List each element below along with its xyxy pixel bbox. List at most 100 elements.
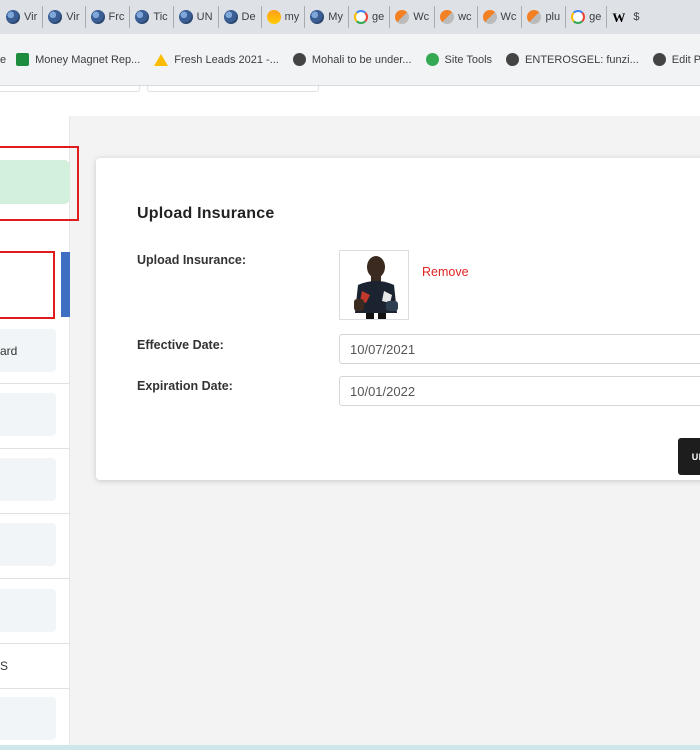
bookmark-label: Money Magnet Rep... — [35, 53, 141, 66]
browser-tab[interactable]: ge — [349, 6, 391, 28]
bookmark-label: e — [0, 53, 7, 66]
tab-label: ge — [371, 11, 385, 23]
tab-label: ge — [589, 11, 602, 23]
tab-label: plu — [545, 11, 561, 23]
tab-label: Frc — [108, 11, 125, 23]
tab-label: Vir — [24, 11, 38, 23]
sidebar-item[interactable] — [0, 589, 56, 632]
sidebar-item[interactable] — [0, 458, 56, 501]
upload-button-label: UPLO — [691, 451, 700, 462]
sidebar-divider — [0, 688, 70, 689]
browser-tab[interactable]: ge — [566, 6, 608, 28]
annotation-box — [0, 251, 55, 319]
google-icon — [353, 10, 368, 24]
bookmark-item[interactable]: Fresh Leads 2021 -... — [154, 53, 279, 66]
header-input-left[interactable] — [0, 86, 140, 92]
stackoverflow-icon — [482, 10, 497, 24]
header-input[interactable] — [147, 86, 319, 92]
annotation-box — [0, 146, 79, 221]
browser-tab[interactable]: My — [305, 6, 349, 28]
sidebar-divider — [0, 383, 70, 384]
bookmark-label: Fresh Leads 2021 -... — [174, 53, 279, 66]
bookmark-item[interactable]: e — [0, 54, 6, 66]
bottom-border — [0, 745, 700, 750]
bookmark-item[interactable]: Money Magnet Rep... — [16, 53, 140, 66]
tab-label: De — [241, 11, 256, 23]
stackoverflow-icon — [527, 10, 542, 24]
browser-tab[interactable]: my — [262, 6, 306, 28]
browser-tab[interactable]: De — [219, 6, 262, 28]
globe-icon — [48, 10, 63, 24]
stackoverflow-icon — [395, 10, 410, 24]
wordpress-icon — [652, 53, 666, 66]
upload-button[interactable]: UPLO — [678, 438, 700, 475]
sidebar-active-indicator — [61, 252, 70, 317]
remove-link[interactable]: Remove — [422, 265, 469, 279]
insurance-thumbnail[interactable] — [339, 250, 409, 320]
globe-icon — [310, 10, 325, 24]
globe-icon — [135, 10, 150, 24]
tab-label: UN — [196, 11, 213, 23]
expiration-date-field[interactable] — [339, 376, 700, 406]
effective-date-field[interactable] — [339, 334, 700, 364]
sidebar-divider — [0, 448, 70, 449]
drive-icon — [154, 53, 169, 66]
tab-label: Tic — [153, 11, 168, 23]
browser-tab[interactable]: Frc — [86, 6, 131, 28]
sidebar-item-text[interactable]: S — [0, 659, 8, 673]
bookmark-item[interactable]: ENTEROSGEL: funzi... — [506, 53, 639, 66]
sidebar-item-dashboard[interactable]: ard — [0, 329, 56, 372]
bookmark-label: Site Tools — [444, 53, 493, 66]
tab-label: Vir — [66, 11, 80, 23]
bookmark-label: Mohali to be under... — [311, 53, 412, 66]
upload-insurance-card: Upload Insurance Upload Insurance: Remov… — [96, 158, 700, 480]
page-header-strip — [0, 86, 700, 116]
bookmarks-bar: e Money Magnet Rep... Fresh Leads 2021 -… — [0, 34, 700, 86]
globe-icon — [178, 10, 193, 24]
document-icon — [16, 53, 30, 66]
sidebar-item-label: ard — [0, 343, 18, 358]
tab-label: my — [284, 11, 300, 23]
expiration-date-label: Expiration Date: — [137, 379, 233, 393]
sidebar-item[interactable] — [0, 523, 56, 566]
wikipedia-icon: W — [612, 10, 626, 25]
browser-tab[interactable]: W $ — [607, 6, 644, 28]
browser-tab-strip: Vir Vir Frc Tic UN De my My ge Wc wc Wc … — [0, 0, 700, 34]
bookmark-label: ENTEROSGEL: funzi... — [525, 53, 639, 66]
tab-label: $ — [633, 11, 640, 23]
bookmark-label: Edit Post ‹ C — [671, 53, 700, 66]
tab-label: wc — [458, 11, 472, 23]
browser-tab[interactable]: Vir — [0, 6, 44, 28]
pm-icon — [266, 10, 281, 24]
browser-tab[interactable]: wc — [435, 6, 478, 28]
person-photo-icon — [340, 251, 408, 319]
tab-label: Wc — [413, 11, 430, 23]
effective-date-label: Effective Date: — [137, 338, 224, 352]
bookmark-item[interactable]: Site Tools — [425, 53, 493, 66]
globe-icon — [6, 10, 20, 24]
browser-tab[interactable]: plu — [522, 6, 567, 28]
globe-icon — [223, 10, 238, 24]
sidebar-divider — [0, 643, 70, 644]
stackoverflow-icon — [440, 10, 455, 24]
browser-tab[interactable]: Wc — [478, 6, 523, 28]
globe-icon — [292, 53, 306, 66]
globe-icon — [506, 53, 520, 66]
globe-icon — [90, 10, 105, 24]
site-tools-icon — [425, 53, 439, 66]
sidebar-item[interactable] — [0, 697, 56, 740]
tab-label: My — [328, 11, 343, 23]
bookmark-item[interactable]: Mohali to be under... — [292, 53, 412, 66]
google-icon — [571, 10, 586, 24]
page-title: Upload Insurance — [137, 205, 275, 222]
browser-tab[interactable]: Wc — [390, 6, 436, 28]
sidebar-divider — [0, 513, 70, 514]
bookmark-item[interactable]: Edit Post ‹ C — [652, 53, 700, 66]
browser-tab[interactable]: Vir — [43, 6, 86, 28]
sidebar-item[interactable] — [0, 393, 56, 436]
browser-tab[interactable]: UN — [174, 6, 219, 28]
upload-insurance-label: Upload Insurance: — [137, 253, 247, 267]
sidebar-divider — [0, 578, 70, 579]
tab-label: Wc — [500, 11, 517, 23]
browser-tab[interactable]: Tic — [130, 6, 174, 28]
